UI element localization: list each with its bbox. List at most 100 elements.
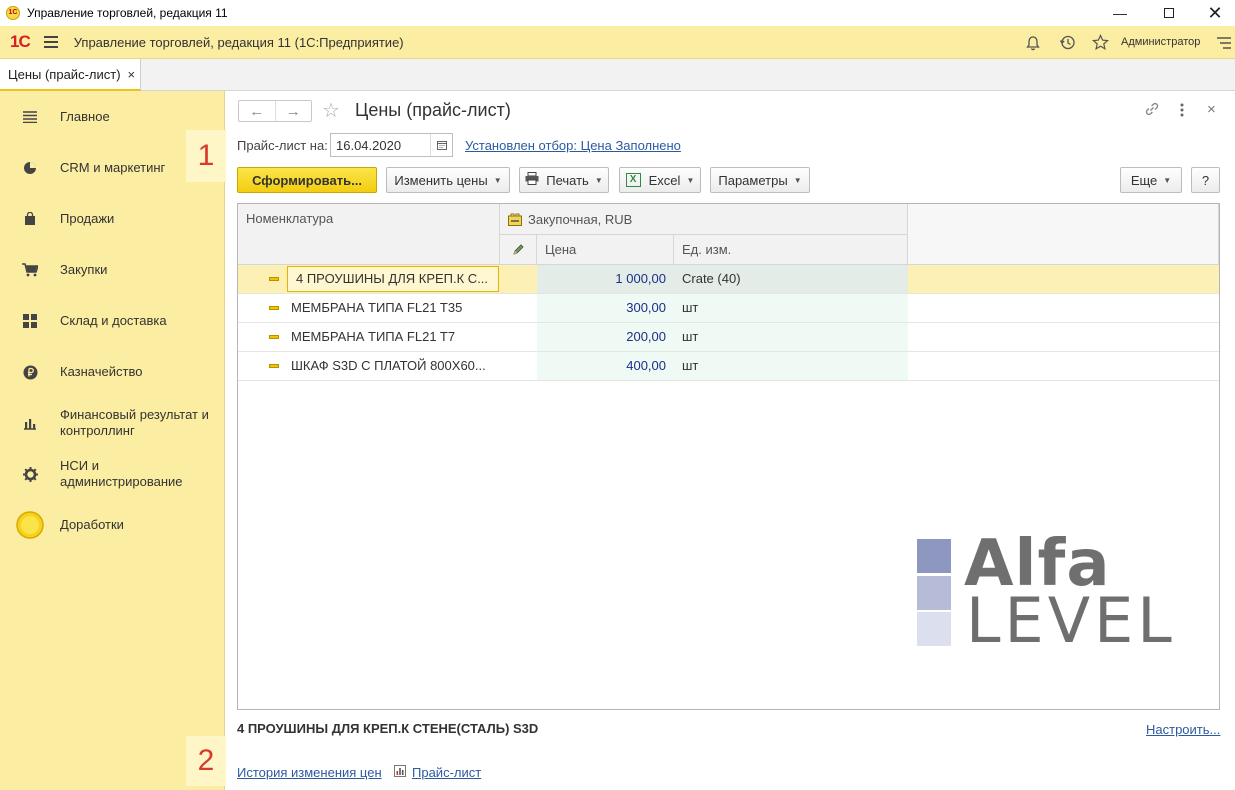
dropdown-arrow-icon: ▼	[594, 175, 603, 185]
shopping-bag-icon	[22, 211, 38, 227]
dropdown-arrow-icon: ▼	[493, 175, 502, 185]
bell-icon[interactable]	[1018, 26, 1048, 59]
logo-square	[917, 539, 951, 573]
minimize-icon[interactable]: —	[1097, 0, 1143, 26]
logo-square	[917, 576, 951, 610]
history-icon[interactable]	[1052, 26, 1082, 59]
date-label: Прайс-лист на:	[237, 138, 328, 153]
sidebar-item-label: CRM и маркетинг	[60, 160, 166, 175]
table-row[interactable]: МЕМБРАНА ТИПА FL21 T35 300,00 шт	[238, 294, 1219, 323]
annotation-marker-2: 2	[186, 736, 226, 786]
sidebar-item-admin[interactable]: НСИ и администрирование	[0, 458, 225, 490]
app-toolbar: 1С Управление торговлей, редакция 11 (1С…	[0, 26, 1235, 59]
favorite-star-icon[interactable]: ☆	[322, 98, 340, 123]
sidebar-item-label: НСИ и администрирование	[60, 458, 183, 489]
form-title: Цены (прайс-лист)	[355, 100, 511, 120]
calendar-icon[interactable]	[430, 134, 452, 156]
edit-pencil-icon[interactable]	[500, 235, 537, 265]
favorites-star-icon[interactable]	[1085, 26, 1115, 59]
row-name[interactable]: ШКАФ S3D С ПЛАТОЙ 800Х60...	[283, 352, 499, 380]
row-price[interactable]: 300,00	[537, 294, 674, 322]
excel-button[interactable]: X Excel ▼	[619, 167, 701, 193]
row-name[interactable]: МЕМБРАНА ТИПА FL21 T35	[283, 294, 499, 322]
sidebar-item-label: Закупки	[60, 262, 108, 277]
table-row[interactable]: 4 ПРОУШИНЫ ДЛЯ КРЕП.К С... 1 000,00 Crat…	[238, 265, 1219, 294]
sidebar: Главное CRM и маркетинг Продажи Закупки …	[0, 91, 226, 790]
sidebar-item-label: Склад и доставка	[60, 313, 167, 328]
item-marker-icon	[269, 277, 279, 281]
date-field[interactable]	[330, 133, 453, 157]
ruble-icon	[22, 364, 38, 380]
window-titlebar: 1С Управление торговлей, редакция 11	[0, 0, 1235, 26]
main-menu-icon[interactable]	[43, 33, 58, 51]
sidebar-item-treasury[interactable]: Казначейство	[0, 364, 225, 380]
price-type-icon	[508, 213, 522, 226]
row-unit[interactable]: шт	[674, 352, 908, 380]
form-area: ← → ☆ Цены (прайс-лист) × Прайс-лист на:…	[226, 91, 1235, 790]
col-group-label: Закупочная, RUB	[528, 211, 633, 227]
back-arrow-icon[interactable]: ←	[239, 101, 275, 121]
row-unit[interactable]: Crate (40)	[674, 265, 908, 293]
forward-arrow-icon[interactable]: →	[274, 101, 312, 121]
col-header-unit[interactable]: Ед. изм.	[674, 235, 908, 265]
logo-text-level: LEVEL	[966, 584, 1176, 657]
row-name[interactable]: 4 ПРОУШИНЫ ДЛЯ КРЕП.К С...	[287, 266, 499, 292]
printer-icon	[525, 172, 539, 188]
maximize-icon[interactable]	[1146, 0, 1192, 26]
cart-icon	[22, 262, 38, 278]
tab-price-list[interactable]: Цены (прайс-лист) ×	[0, 59, 141, 91]
pie-chart-icon	[22, 160, 38, 176]
sidebar-item-sales[interactable]: Продажи	[0, 211, 225, 227]
annotation-marker-1: 1	[186, 130, 226, 182]
excel-icon: X	[625, 173, 641, 187]
row-price[interactable]: 200,00	[537, 323, 674, 351]
settings-lines-icon[interactable]	[1209, 26, 1235, 59]
generate-button[interactable]: Сформировать...	[237, 167, 377, 193]
excel-label: Excel	[648, 172, 681, 188]
yellow-circle-icon	[16, 511, 44, 539]
sidebar-item-main[interactable]: Главное	[0, 109, 225, 125]
item-marker-icon	[269, 306, 279, 310]
sidebar-item-purchases[interactable]: Закупки	[0, 262, 225, 278]
close-window-icon[interactable]: ✕	[1192, 0, 1235, 26]
price-list-link[interactable]: Прайс-лист	[412, 765, 481, 780]
params-button[interactable]: Параметры ▼	[710, 167, 810, 193]
row-name[interactable]: МЕМБРАНА ТИПА FL21 T7	[283, 323, 499, 351]
more-button[interactable]: Еще ▼	[1120, 167, 1182, 193]
configure-link[interactable]: Настроить...	[1146, 722, 1220, 737]
row-price[interactable]: 1 000,00	[537, 265, 674, 293]
table-row[interactable]: МЕМБРАНА ТИПА FL21 T7 200,00 шт	[238, 323, 1219, 352]
sidebar-item-label: Главное	[60, 109, 110, 124]
app-logo-icon: 1С	[6, 6, 20, 20]
change-prices-button[interactable]: Изменить цены ▼	[386, 167, 510, 193]
app-title: Управление торговлей, редакция 11 (1С:Пр…	[73, 34, 404, 50]
report-icon	[394, 765, 406, 780]
link-icon[interactable]	[1144, 101, 1160, 120]
row-price[interactable]: 400,00	[537, 352, 674, 380]
row-unit[interactable]: шт	[674, 294, 908, 322]
col-header-group[interactable]: Закупочная, RUB	[500, 204, 908, 235]
tab-close-icon[interactable]: ×	[128, 67, 136, 82]
sidebar-item-finance[interactable]: Финансовый результат и контроллинг	[0, 407, 225, 439]
sidebar-item-custom[interactable]: Доработки	[0, 511, 225, 539]
date-input[interactable]	[331, 134, 427, 156]
row-unit[interactable]: шт	[674, 323, 908, 351]
logo-square	[917, 612, 951, 646]
col-header-name[interactable]: Номенклатура	[238, 204, 500, 265]
price-history-link[interactable]: История изменения цен	[237, 765, 382, 780]
params-label: Параметры	[718, 172, 788, 188]
filter-link[interactable]: Установлен отбор: Цена Заполнено	[465, 138, 681, 153]
print-button[interactable]: Печать ▼	[519, 167, 609, 193]
col-header-price[interactable]: Цена	[537, 235, 674, 265]
item-marker-icon	[269, 364, 279, 368]
change-prices-label: Изменить цены	[394, 172, 488, 188]
sidebar-item-warehouse[interactable]: Склад и доставка	[0, 313, 225, 329]
dropdown-arrow-icon: ▼	[793, 175, 802, 185]
tab-bar: Цены (прайс-лист) ×	[0, 59, 1235, 91]
table-row[interactable]: ШКАФ S3D С ПЛАТОЙ 800Х60... 400,00 шт	[238, 352, 1219, 381]
close-form-icon[interactable]: ×	[1207, 101, 1216, 118]
tab-label: Цены (прайс-лист)	[8, 66, 121, 82]
more-vertical-icon[interactable]	[1180, 103, 1184, 120]
user-name[interactable]: Администратор	[1121, 26, 1200, 59]
help-button[interactable]: ?	[1191, 167, 1220, 193]
